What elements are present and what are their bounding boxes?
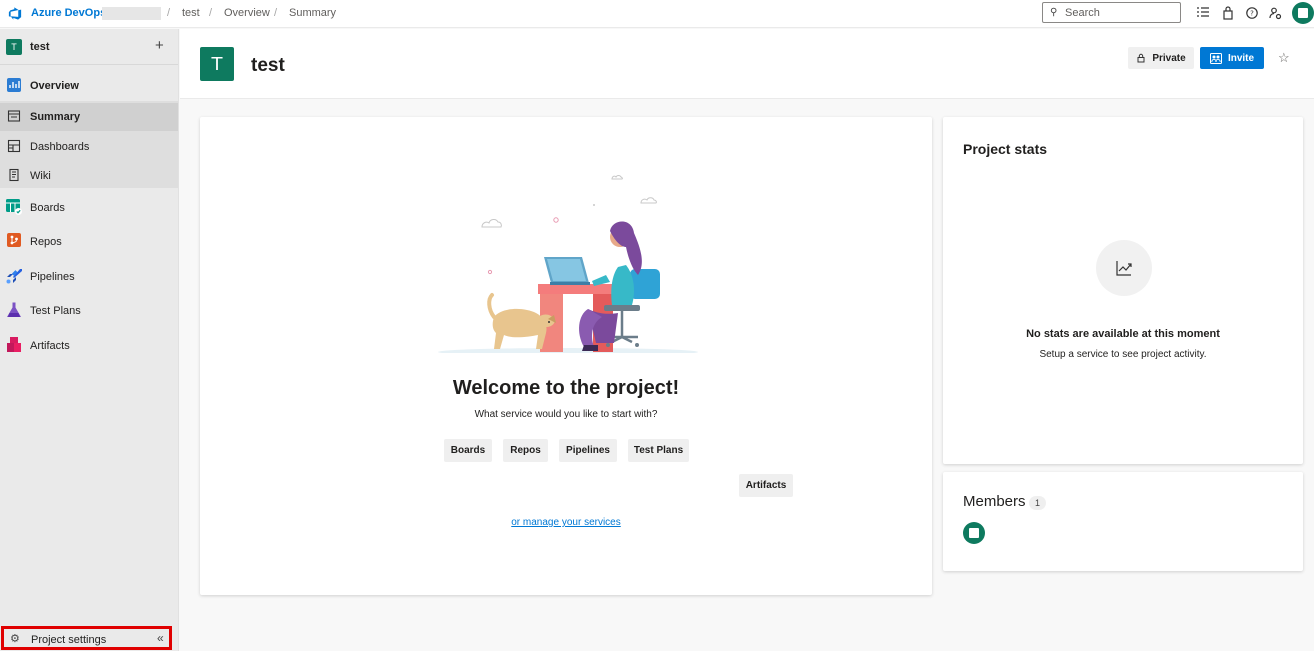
- favorite-star-icon[interactable]: ☆: [1278, 50, 1290, 66]
- task-list-icon[interactable]: [1196, 6, 1210, 20]
- gear-icon: ⚙: [10, 633, 20, 645]
- left-navigation: T test + Overview Summary Dashboards Wik…: [0, 29, 179, 651]
- add-icon[interactable]: +: [155, 37, 164, 54]
- sidebar-item-boards[interactable]: Boards: [0, 193, 178, 221]
- project-settings-button[interactable]: ⚙ Project settings «: [1, 626, 172, 650]
- welcome-title: Welcome to the project!: [452, 377, 680, 399]
- brand-name[interactable]: Azure DevOps: [31, 7, 106, 19]
- sidebar-item-label: Test Plans: [30, 305, 81, 317]
- project-avatar: T: [200, 47, 234, 81]
- sidebar-item-label: Pipelines: [30, 271, 75, 283]
- avatar-glyph: [969, 528, 979, 538]
- breadcrumb-project[interactable]: test: [182, 7, 200, 19]
- user-avatar[interactable]: [1292, 2, 1314, 24]
- breadcrumb-separator: /: [274, 7, 278, 19]
- members-title: Members: [963, 493, 1026, 510]
- breadcrumb-summary[interactable]: Summary: [289, 7, 336, 19]
- test-plans-icon: [7, 302, 21, 317]
- sidebar-item-label: Boards: [30, 202, 65, 214]
- breadcrumb-separator: /: [167, 7, 171, 19]
- sidebar-item-label: Dashboards: [30, 141, 90, 153]
- svg-text:?: ?: [1250, 10, 1254, 18]
- service-boards-button[interactable]: Boards: [444, 439, 492, 462]
- azure-devops-logo-icon[interactable]: [8, 6, 22, 21]
- summary-icon: [7, 110, 21, 122]
- stats-empty-message: No stats are available at this moment: [1026, 328, 1220, 340]
- user-settings-icon[interactable]: [1268, 6, 1282, 20]
- sidebar-item-test-plans[interactable]: Test Plans: [0, 296, 178, 324]
- sidebar-item-pipelines[interactable]: Pipelines: [0, 262, 178, 290]
- service-repos-button[interactable]: Repos: [503, 439, 548, 462]
- service-test-plans-button[interactable]: Test Plans: [628, 439, 689, 462]
- boards-icon: [6, 199, 22, 215]
- trend-chart-icon: [1116, 261, 1132, 276]
- project-settings-label: Project settings: [31, 634, 107, 646]
- sidebar-item-label: Artifacts: [30, 340, 70, 352]
- member-avatar[interactable]: [963, 522, 985, 544]
- lock-icon: [1137, 53, 1145, 63]
- breadcrumb-overview[interactable]: Overview: [224, 7, 270, 19]
- project-badge: T: [6, 39, 22, 55]
- repos-icon: [7, 233, 21, 247]
- invite-users-icon: [1209, 52, 1222, 64]
- top-bar: Azure DevOps / test / Overview / Summary…: [0, 0, 1314, 28]
- page-title: test: [251, 55, 285, 76]
- sidebar-item-wiki[interactable]: Wiki: [0, 162, 178, 188]
- members-card: Members 1: [943, 472, 1303, 571]
- overview-icon: [7, 78, 21, 92]
- welcome-subtitle: What service would you like to start wit…: [474, 409, 658, 420]
- search-input[interactable]: [1065, 5, 1175, 20]
- sidebar-item-label: Wiki: [30, 170, 51, 182]
- pipelines-icon: [6, 269, 22, 284]
- stats-placeholder: [1096, 240, 1152, 296]
- manage-services-link[interactable]: or manage your services: [200, 517, 932, 528]
- sidebar-item-summary[interactable]: Summary: [0, 103, 178, 131]
- breadcrumb-separator: /: [209, 7, 213, 19]
- dashboards-icon: [7, 139, 21, 153]
- artifacts-icon: [7, 337, 21, 352]
- help-icon[interactable]: ?: [1245, 6, 1259, 20]
- sidebar-item-label: Repos: [30, 236, 62, 248]
- invite-label: Invite: [1227, 52, 1255, 64]
- members-count-badge: 1: [1029, 496, 1047, 510]
- organization-name-redacted[interactable]: [102, 7, 161, 20]
- project-stats-card: Project stats No stats are available at …: [943, 117, 1303, 464]
- invite-button[interactable]: Invite: [1200, 47, 1264, 69]
- welcome-illustration: [438, 175, 698, 353]
- stats-empty-submessage: Setup a service to see project activity.: [1039, 349, 1207, 360]
- collapse-sidebar-icon[interactable]: «: [157, 631, 164, 645]
- sidebar-item-label: Overview: [30, 80, 79, 92]
- search-icon: ⚲: [1050, 7, 1058, 18]
- private-label: Private: [1152, 52, 1186, 64]
- sidebar-item-artifacts[interactable]: Artifacts: [0, 331, 178, 359]
- project-name[interactable]: test: [30, 41, 50, 53]
- welcome-card: Welcome to the project! What service wou…: [200, 117, 932, 595]
- project-selector[interactable]: T test +: [0, 29, 178, 65]
- avatar-glyph: [1298, 8, 1308, 18]
- sidebar-item-overview[interactable]: Overview: [0, 73, 178, 99]
- private-button[interactable]: Private: [1128, 47, 1194, 69]
- shopping-bag-icon[interactable]: [1221, 6, 1235, 20]
- sidebar-item-label: Summary: [30, 111, 81, 123]
- wiki-icon: [9, 168, 19, 182]
- service-pipelines-button[interactable]: Pipelines: [559, 439, 617, 462]
- search-box[interactable]: ⚲: [1042, 2, 1181, 23]
- service-artifacts-button[interactable]: Artifacts: [739, 474, 793, 497]
- sidebar-item-dashboards[interactable]: Dashboards: [0, 133, 178, 159]
- project-stats-title: Project stats: [963, 141, 1048, 157]
- sidebar-item-repos[interactable]: Repos: [0, 227, 178, 255]
- project-header: T test Private Invite ☆: [180, 29, 1314, 99]
